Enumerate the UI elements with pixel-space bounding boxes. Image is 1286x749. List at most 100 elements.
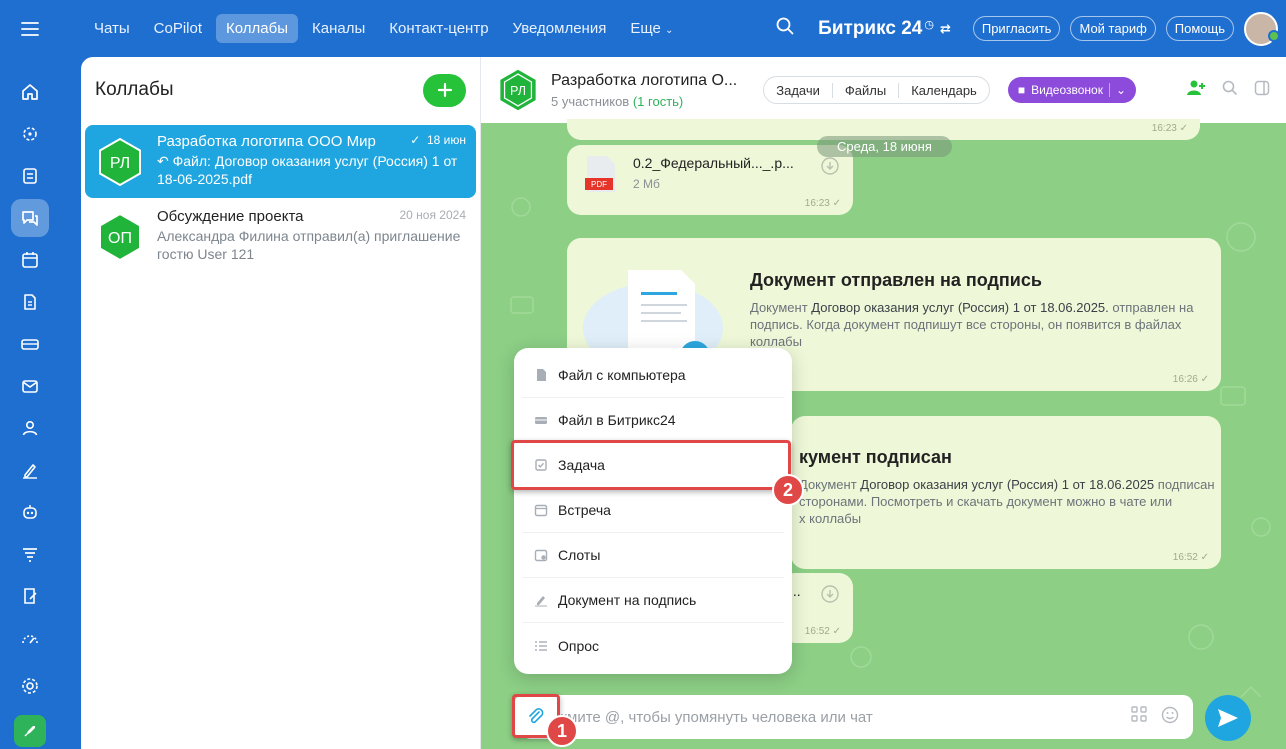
message-time: 16:26 ✓ [1173,374,1209,385]
brand-logo[interactable]: Битрикс 24 ◷ ⇄ [818,18,951,40]
clock-icon: ◷ [924,19,934,31]
poll-icon [535,640,547,651]
document-sent-text: Документ Договор оказания услуг (Россия)… [750,299,1210,350]
chat-header-icons [1186,79,1270,102]
funnel-icon[interactable] [11,535,49,573]
apps-grid-icon[interactable] [1131,705,1147,729]
calendar-icon [534,504,548,517]
document-signed-line2: сторонами. Посмотреть и скачать документ… [799,494,1173,509]
nav-channels[interactable]: Каналы [302,14,375,43]
file-message[interactable]: PDF 0.2_Федеральный..._.р... 2 Мб 16:23 … [567,145,853,215]
documents-icon[interactable] [11,283,49,321]
menu-item-slots[interactable]: Слоты [522,533,784,578]
robot-icon[interactable] [11,493,49,531]
search-icon[interactable] [776,17,794,40]
sign-icon [535,596,547,607]
messenger-icon[interactable] [11,199,49,237]
activity-icon[interactable] [11,115,49,153]
send-button[interactable] [1205,695,1251,741]
attach-menu: Файл с компьютера Файл в Битрикс24 Задач… [514,348,792,674]
message-composer[interactable]: жмите @, чтобы упомянуть человека или ча… [521,695,1193,739]
top-bar: Чаты CoPilot Коллабы Каналы Контакт-цент… [0,0,1286,57]
guest-count: (1 гость) [632,93,684,109]
sidebar-toggle-icon[interactable] [1254,80,1270,101]
calendar-rail-icon[interactable] [11,241,49,279]
date-separator: Среда, 18 июня [817,136,952,157]
home-icon[interactable] [11,73,49,111]
user-avatar[interactable] [1244,11,1280,46]
top-nav: Чаты CoPilot Коллабы Каналы Контакт-цент… [84,14,683,43]
nav-more[interactable]: Еще ⌄ [620,14,683,43]
slots-icon [534,549,548,562]
collab-avatar-initials: РЛ [110,155,130,172]
chat-members: 5 участников (1 гость) [551,94,737,109]
tasks-icon[interactable] [11,157,49,195]
document-signed-title: кумент подписан [799,447,952,467]
menu-item-poll[interactable]: Опрос [522,623,784,668]
mail-icon[interactable] [11,367,49,405]
collab-avatar-initials: ОП [108,230,132,247]
collab-item-logo[interactable]: РЛ Разработка логотипа ООО Мир ↶ Файл: Д… [85,125,476,198]
settings-icon[interactable] [11,667,49,705]
menu-item-meeting[interactable]: Встреча [522,488,784,533]
video-call-button[interactable]: ■ Видеозвонок ⌄ [1007,77,1137,103]
nav-collabs[interactable]: Коллабы [216,14,299,43]
nav-copilot[interactable]: CoPilot [144,14,212,43]
menu-item-label: Файл с компьютера [558,367,686,383]
plus-icon [437,82,452,98]
tab-tasks[interactable]: Задачи [764,82,833,98]
brand-label: Битрикс 24 [818,17,923,39]
download-icon[interactable] [821,157,839,180]
invite-button[interactable]: Пригласить [972,16,1061,41]
sign-rail-icon[interactable] [11,451,49,489]
drive-rail-icon[interactable] [11,325,49,363]
tariff-button[interactable]: Мой тариф [1070,16,1156,41]
video-call-label: Видеозвонок [1031,83,1103,97]
chat-title-block[interactable]: Разработка логотипа О... 5 участников (1… [551,72,737,109]
read-check-icon: ✓ [1200,374,1209,385]
nav-contact-center[interactable]: Контакт-центр [379,14,498,43]
help-button[interactable]: Помощь [1165,16,1234,41]
add-collab-button[interactable] [423,73,466,107]
chat-avatar-initials: РЛ [510,84,526,98]
collab-item-discussion[interactable]: ОП Обсуждение проекта Александра Филина … [85,200,476,273]
chat-avatar[interactable]: РЛ [497,69,539,111]
step-badge-2: 2 [772,474,804,506]
menu-icon[interactable] [0,21,60,36]
forms-icon[interactable] [11,577,49,615]
document-sent-title: Документ отправлен на подпись [750,270,1042,290]
document-link[interactable]: Договор оказания услуг (Россия) 1 от 18.… [811,300,1109,315]
message-time-text: 16:52 [1172,552,1198,563]
collab-item-date-text: 18 июн [426,133,466,147]
add-user-icon[interactable] [1186,79,1206,102]
collab-item-date: ✓ 18 июн [410,133,466,147]
message-time-text: 16:26 [1172,374,1198,385]
rocket-icon[interactable] [14,715,46,747]
menu-item-label: Опрос [558,637,600,654]
message-time: 16:52 ✓ [1173,552,1209,563]
menu-item-file-bitrix[interactable]: Файл в Битрикс24 [522,398,784,443]
emoji-icon[interactable] [1161,706,1179,729]
menu-item-label: Документ на подпись [558,592,697,608]
chevron-down-icon[interactable]: ⌄ [1108,83,1126,97]
collab-list-header: Коллабы [81,57,480,123]
read-check-icon: ✓ [410,133,421,147]
tab-files[interactable]: Файлы [833,82,900,98]
highlight-task-item [511,440,791,490]
nav-notifications[interactable]: Уведомления [503,14,617,43]
download-icon[interactable] [821,585,839,608]
settings-sliders-icon[interactable]: ⇄ [940,21,951,37]
contacts-icon[interactable] [11,409,49,447]
video-camera-icon: ■ [1017,83,1026,97]
speedometer-icon[interactable] [11,619,49,657]
nav-chats[interactable]: Чаты [84,14,140,43]
search-chat-icon[interactable] [1222,80,1238,101]
collab-avatar: РЛ [99,137,141,187]
message-time: 16:52 ✓ [805,626,841,637]
document-link[interactable]: Договор оказания услуг (Россия) 1 от 18.… [860,477,1154,492]
chat-title: Разработка логотипа О... [551,71,738,89]
menu-item-sign-document[interactable]: Документ на подпись [522,578,784,623]
menu-item-file-computer[interactable]: Файл с компьютера [522,353,784,398]
message-input[interactable]: жмите @, чтобы упомянуть человека или ча… [557,709,873,726]
tab-calendar[interactable]: Календарь [899,83,989,98]
